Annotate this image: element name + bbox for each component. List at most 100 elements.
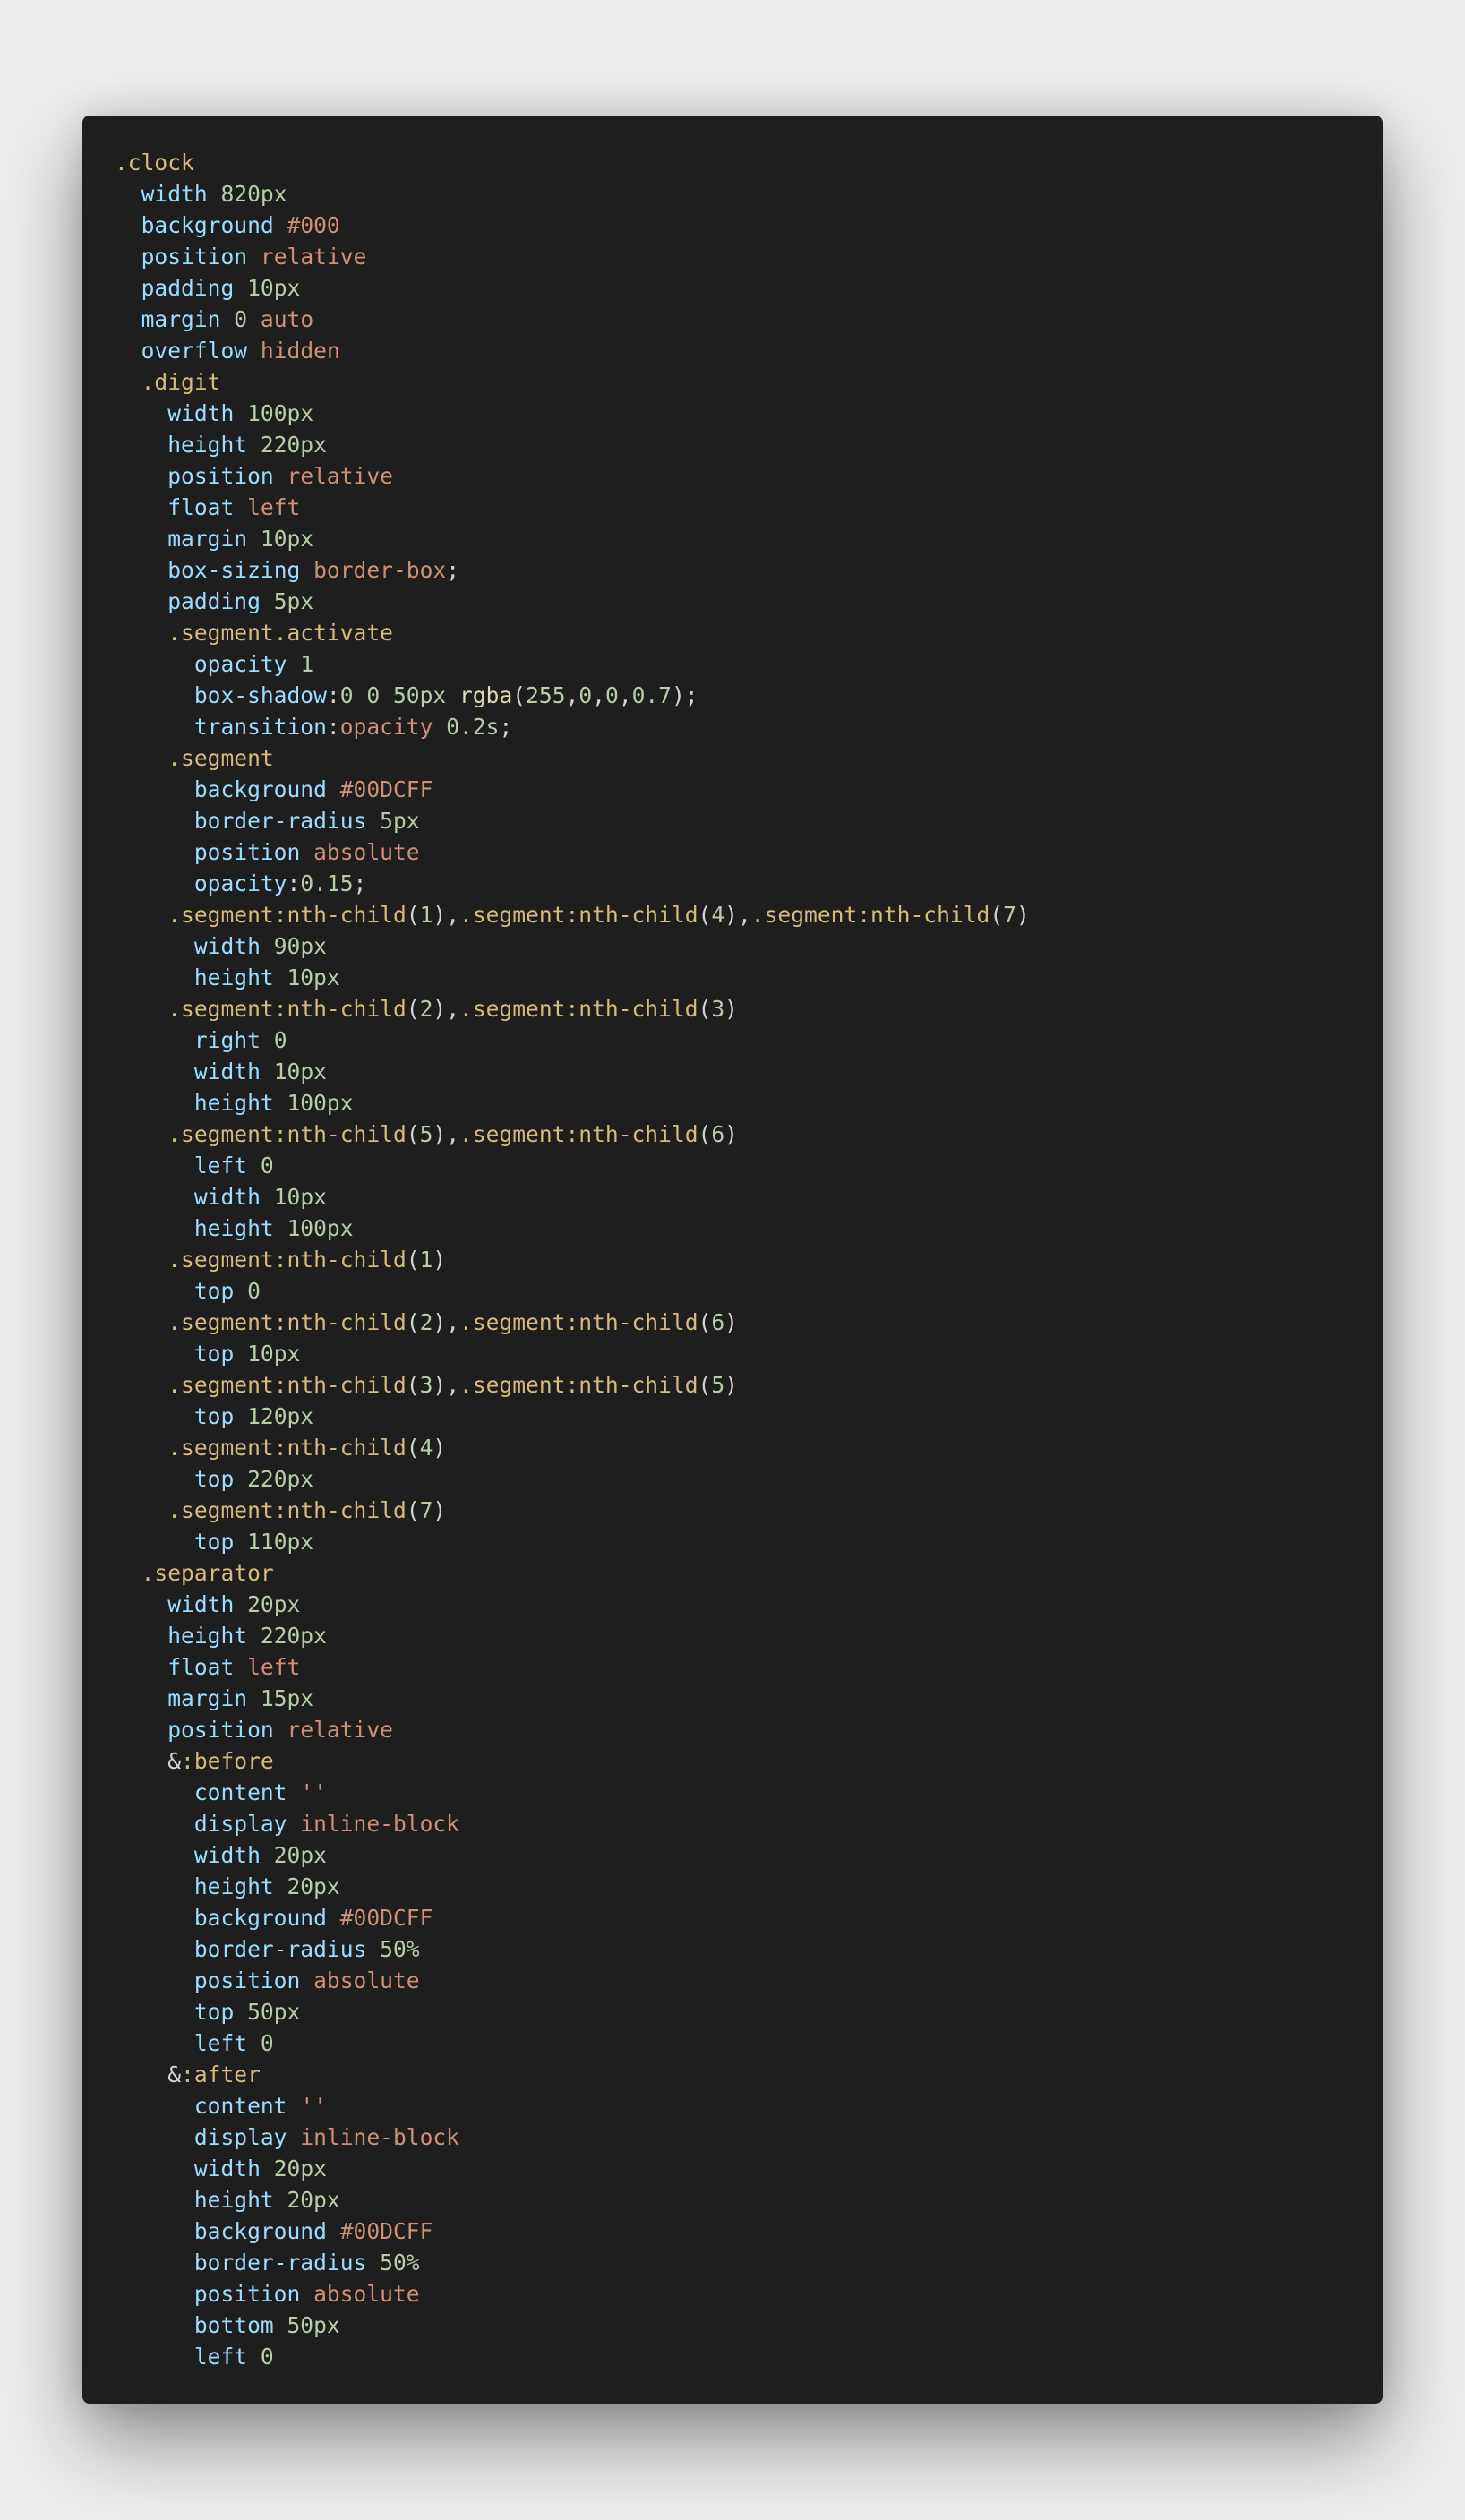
code-property: transition	[193, 714, 327, 740]
code-number: 0	[260, 2030, 274, 2056]
code-keyword: hidden	[260, 338, 340, 364]
code-line: .segment:nth-child(4)	[115, 1432, 1030, 1463]
code-line: content ''	[115, 1777, 1030, 1808]
code-number: 20px	[247, 1591, 301, 1617]
code-number: 220px	[247, 1466, 314, 1492]
code-selector: .segment:nth-child	[459, 1309, 698, 1335]
code-number: 0.2s	[446, 714, 500, 740]
code-punctuation: :	[326, 714, 340, 740]
code-keyword: relative	[260, 244, 367, 270]
code-line: content ''	[115, 2090, 1030, 2121]
code-keyword: ''	[300, 1779, 327, 1805]
code-property: position	[193, 839, 301, 865]
code-property: bottom	[193, 2312, 274, 2338]
code-selector: .segment:nth-child	[750, 902, 990, 928]
code-punctuation: ),	[433, 996, 460, 1022]
code-property: background	[193, 2218, 327, 2244]
code-line: width 20px	[115, 2153, 1030, 2184]
code-property: position	[193, 2281, 301, 2307]
code-line: position absolute	[115, 1965, 1030, 1996]
code-property: height	[167, 1623, 248, 1649]
code-line: background #000	[115, 210, 1030, 241]
code-keyword: absolute	[313, 1967, 420, 1993]
code-property: right	[193, 1027, 261, 1053]
code-line: transition:opacity 0.2s;	[115, 711, 1030, 742]
code-selector: .segment	[167, 745, 274, 771]
code-property: position	[141, 244, 248, 270]
code-line: position relative	[115, 1714, 1030, 1745]
code-punctuation: (	[406, 1497, 420, 1523]
code-punctuation: (	[698, 1309, 712, 1335]
code-number: 0	[604, 682, 619, 708]
code-line: .segment:nth-child(1),.segment:nth-child…	[115, 899, 1030, 930]
code-line: .segment	[115, 742, 1030, 774]
code-line: box-sizing border-box;	[115, 554, 1030, 586]
code-line: top 0	[115, 1275, 1030, 1307]
code-line: width 20px	[115, 1589, 1030, 1620]
code-punctuation: ),	[724, 902, 751, 928]
code-property: height	[167, 432, 248, 458]
code-keyword: relative	[287, 463, 393, 489]
code-line: height 100px	[115, 1087, 1030, 1119]
code-selector: :after	[181, 2061, 261, 2087]
code-number: 15px	[260, 1685, 314, 1711]
code-number: 20px	[273, 1842, 327, 1868]
code-line: border-radius 50%	[115, 1933, 1030, 1965]
code-keyword: #00DCFF	[339, 776, 433, 802]
code-line: position relative	[115, 460, 1030, 492]
code-number: 110px	[247, 1529, 314, 1555]
code-line: .segment:nth-child(2),.segment:nth-child…	[115, 1307, 1030, 1338]
code-punctuation: );	[671, 682, 698, 708]
code-keyword: inline-block	[300, 2124, 459, 2150]
code-number: 50px	[392, 682, 447, 708]
code-line: margin 0 auto	[115, 304, 1030, 335]
code-number: 0	[234, 306, 248, 332]
code-property: width	[193, 1842, 261, 1868]
code-property: top	[193, 1341, 235, 1367]
code-punctuation: )	[433, 1247, 447, 1273]
code-punctuation: (	[406, 902, 420, 928]
code-line: bottom 50px	[115, 2310, 1030, 2341]
code-line: .segment:nth-child(1)	[115, 1244, 1030, 1275]
code-line: display inline-block	[115, 1808, 1030, 1839]
code-number: 2	[419, 1309, 433, 1335]
code-selector: .segment:nth-child	[459, 1372, 698, 1398]
code-line: top 50px	[115, 1996, 1030, 2027]
code-line: position absolute	[115, 836, 1030, 868]
code-property: top	[193, 1466, 235, 1492]
code-selector: .segment:nth-child	[167, 1247, 407, 1273]
code-property: display	[193, 1811, 287, 1837]
